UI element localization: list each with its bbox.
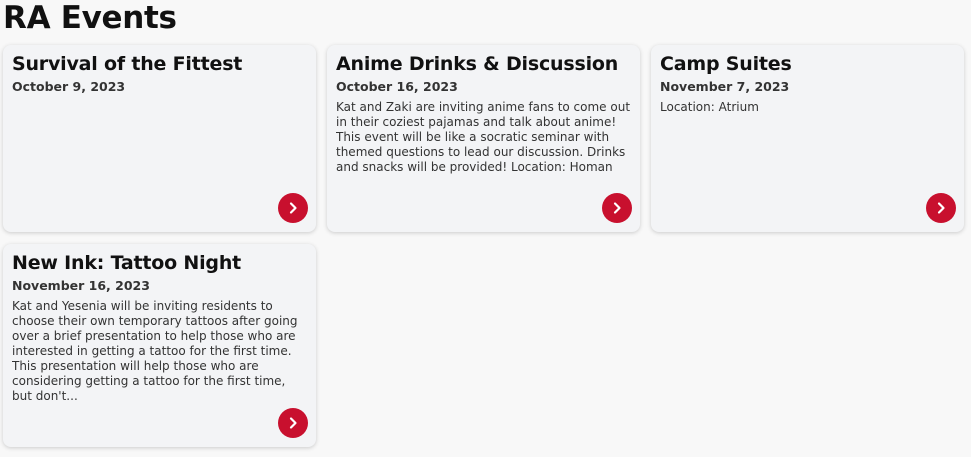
- open-event-button[interactable]: [278, 408, 308, 438]
- open-event-button[interactable]: [926, 193, 956, 223]
- event-description: Kat and Yesenia will be inviting residen…: [12, 299, 298, 403]
- chevron-right-icon: [937, 202, 945, 214]
- chevron-right-icon: [289, 417, 297, 429]
- event-card-survival-of-the-fittest[interactable]: Survival of the Fittest October 9, 2023: [3, 45, 316, 232]
- event-title: Survival of the Fittest: [12, 53, 243, 75]
- event-date: November 7, 2023: [660, 79, 790, 94]
- event-date: November 16, 2023: [12, 278, 150, 293]
- event-title: New Ink: Tattoo Night: [12, 252, 242, 274]
- event-card-anime-drinks[interactable]: Anime Drinks & Discussion October 16, 20…: [327, 45, 640, 232]
- event-title: Camp Suites: [660, 53, 792, 75]
- page-title: RA Events: [3, 0, 177, 36]
- chevron-right-icon: [289, 202, 297, 214]
- event-description: Kat and Zaki are inviting anime fans to …: [336, 100, 631, 174]
- event-card-tattoo-night[interactable]: New Ink: Tattoo Night November 16, 2023 …: [3, 244, 316, 447]
- event-date: October 9, 2023: [12, 79, 126, 94]
- open-event-button[interactable]: [278, 193, 308, 223]
- event-description: Location: Atrium: [660, 100, 759, 114]
- chevron-right-icon: [613, 202, 621, 214]
- event-date: October 16, 2023: [336, 79, 458, 94]
- event-title: Anime Drinks & Discussion: [336, 53, 619, 75]
- open-event-button[interactable]: [602, 193, 632, 223]
- event-card-camp-suites[interactable]: Camp Suites November 7, 2023 Location: A…: [651, 45, 964, 232]
